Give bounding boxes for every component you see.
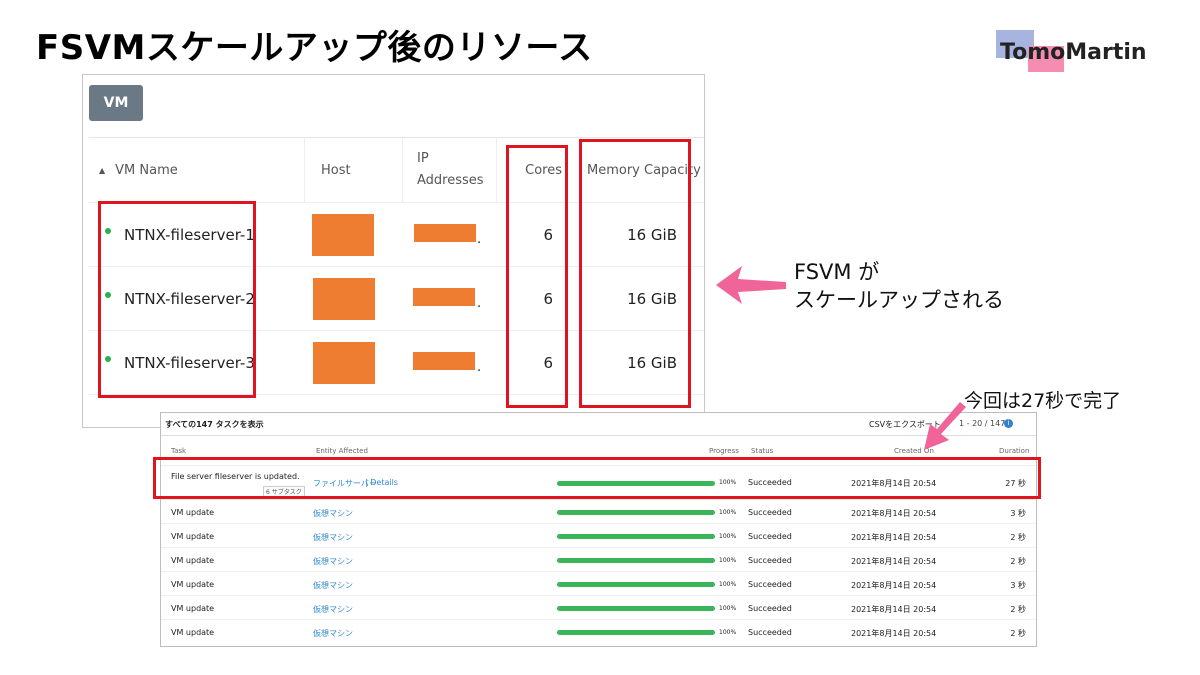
col-task[interactable]: Task <box>171 447 186 455</box>
col-ip-label-line2: Addresses <box>417 173 484 188</box>
highlight-vm-names <box>98 201 256 398</box>
duration: 2 秒 <box>1010 629 1026 638</box>
progress-label: 100% <box>719 509 737 516</box>
progress-bar-fill <box>557 558 715 563</box>
progress-bar-fill <box>557 606 715 611</box>
entity-link[interactable]: 仮想マシン <box>313 532 353 543</box>
created-on: 2021年8月14日 20:54 <box>851 581 937 590</box>
task-row[interactable]: VM update 仮想マシン 100% Succeeded 2021年8月14… <box>161 619 1036 644</box>
col-entity[interactable]: Entity Affected <box>316 447 368 455</box>
ip-redacted <box>413 288 475 306</box>
tasks-title[interactable]: すべての147 タスクを表示 <box>165 419 264 430</box>
scale-up-note-line2: スケールアップされる <box>794 288 1004 312</box>
sort-ascending-icon: ▲ <box>99 165 106 175</box>
progress-bar-fill <box>557 534 715 539</box>
col-status[interactable]: Status <box>751 447 773 455</box>
host-redacted <box>313 342 375 384</box>
logo-text: TomoMartin <box>1000 40 1147 65</box>
progress-label: 100% <box>719 533 737 540</box>
col-vm-name-label: VM Name <box>115 162 178 178</box>
status-text: Succeeded <box>748 532 792 541</box>
status-text: Succeeded <box>748 556 792 565</box>
task-row[interactable]: VM update 仮想マシン 100% Succeeded 2021年8月14… <box>161 595 1036 620</box>
col-ip-label-line1: IP <box>417 151 429 166</box>
progress-bar <box>557 582 715 587</box>
task-name: VM update <box>171 628 215 637</box>
task-row[interactable]: VM update 仮想マシン 100% Succeeded 2021年8月14… <box>161 523 1036 548</box>
col-host[interactable]: Host <box>305 138 403 202</box>
progress-label: 100% <box>719 629 737 636</box>
duration: 2 秒 <box>1010 533 1026 542</box>
progress-bar <box>557 558 715 563</box>
info-icon[interactable]: i <box>1004 419 1013 428</box>
task-name: VM update <box>171 604 215 613</box>
status-text: Succeeded <box>748 604 792 613</box>
col-progress[interactable]: Progress <box>709 447 739 455</box>
entity-link[interactable]: 仮想マシン <box>313 556 353 567</box>
created-on: 2021年8月14日 20:54 <box>851 557 937 566</box>
status-text: Succeeded <box>748 508 792 517</box>
duration: 3 秒 <box>1010 581 1026 590</box>
task-row[interactable]: VM update 仮想マシン 100% Succeeded 2021年8月14… <box>161 571 1036 596</box>
task-row[interactable]: VM update 仮想マシン 100% Succeeded 2021年8月14… <box>161 499 1036 524</box>
task-name: VM update <box>171 556 215 565</box>
ip-redacted <box>413 352 475 370</box>
entity-link[interactable]: 仮想マシン <box>313 508 353 519</box>
created-on: 2021年8月14日 20:54 <box>851 509 937 518</box>
duration: 3 秒 <box>1010 509 1026 518</box>
ip-suffix: . <box>477 231 482 247</box>
pink-arrow-left-icon <box>716 266 786 304</box>
entity-link[interactable]: 仮想マシン <box>313 604 353 615</box>
entity-link[interactable]: 仮想マシン <box>313 628 353 639</box>
completion-time-note: 今回は27秒で完了 <box>964 390 1122 412</box>
status-text: Succeeded <box>748 628 792 637</box>
created-on: 2021年8月14日 20:54 <box>851 533 937 542</box>
progress-label: 100% <box>719 557 737 564</box>
host-redacted <box>312 214 374 256</box>
task-name: VM update <box>171 532 215 541</box>
task-name: VM update <box>171 580 215 589</box>
created-on: 2021年8月14日 20:54 <box>851 605 937 614</box>
col-duration[interactable]: Duration <box>999 447 1029 455</box>
ip-suffix: . <box>477 359 482 375</box>
tasks-panel: すべての147 タスクを表示 CSVをエクスポート 1 - 20 / 147 i… <box>160 412 1037 647</box>
created-on: 2021年8月14日 20:54 <box>851 629 937 638</box>
col-vm-name[interactable]: ▲ VM Name <box>89 138 305 202</box>
duration: 2 秒 <box>1010 605 1026 614</box>
vm-tab[interactable]: VM <box>89 85 143 121</box>
entity-link[interactable]: 仮想マシン <box>313 580 353 591</box>
duration: 2 秒 <box>1010 557 1026 566</box>
highlight-memory <box>579 139 691 408</box>
ip-suffix: . <box>477 295 482 311</box>
scale-up-note: FSVM が スケールアップされる <box>794 258 1004 314</box>
progress-bar-fill <box>557 630 715 635</box>
tomomartin-logo: TomoMartin <box>996 30 1148 74</box>
progress-bar-fill <box>557 510 715 515</box>
highlight-fileserver-task <box>153 457 1041 499</box>
slide-title: FSVMスケールアップ後のリソース <box>36 28 593 68</box>
host-redacted <box>313 278 375 320</box>
status-text: Succeeded <box>748 580 792 589</box>
col-host-label: Host <box>321 162 351 178</box>
highlight-cores <box>506 145 568 408</box>
progress-bar <box>557 534 715 539</box>
col-ip-addresses[interactable]: IP Addresses <box>403 138 497 202</box>
progress-bar <box>557 510 715 515</box>
task-name: VM update <box>171 508 215 517</box>
progress-label: 100% <box>719 605 737 612</box>
tasks-header: すべての147 タスクを表示 CSVをエクスポート 1 - 20 / 147 i <box>161 413 1036 436</box>
pink-arrow-down-icon <box>924 402 966 450</box>
progress-label: 100% <box>719 581 737 588</box>
ip-redacted <box>414 224 476 242</box>
progress-bar <box>557 630 715 635</box>
scale-up-note-line1: FSVM が <box>794 260 880 284</box>
progress-bar <box>557 606 715 611</box>
progress-bar-fill <box>557 582 715 587</box>
task-row[interactable]: VM update 仮想マシン 100% Succeeded 2021年8月14… <box>161 547 1036 572</box>
